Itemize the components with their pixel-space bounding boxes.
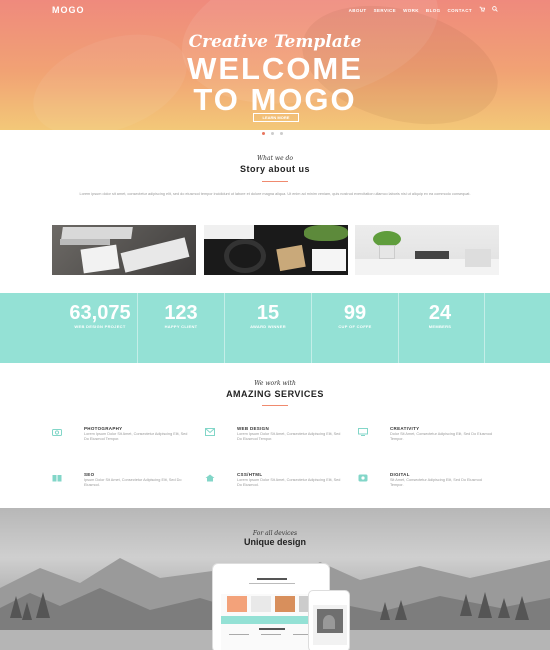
cart-icon[interactable]	[479, 6, 486, 14]
story-photo-headphones	[204, 225, 348, 275]
service-title: SEO	[84, 472, 95, 477]
service-title: CREATIVITY	[390, 426, 420, 431]
devices-script: For all devices	[252, 530, 298, 537]
stat-label: HAPPY CLIENT	[164, 324, 198, 329]
stat-label: AWARD WINNER	[250, 324, 286, 329]
stat-divider	[311, 293, 312, 363]
service-title: PHOTOGRAPHY	[84, 426, 123, 431]
hero-banner: MOGO ABOUT SERVICE WORK BLOG CONTACT Cre…	[0, 0, 550, 130]
stat-value: 24	[428, 302, 452, 324]
slider-dots	[262, 132, 283, 135]
slider-dot[interactable]	[280, 132, 283, 135]
stat-coffee: 99 CUP OF COFFE	[313, 293, 397, 363]
section-divider	[262, 181, 288, 182]
services-script: We work with	[254, 380, 296, 387]
story-title: Story about us	[239, 164, 310, 174]
mail-icon	[205, 428, 215, 436]
services-title: AMAZING SERVICES	[226, 389, 324, 399]
stat-value: 15	[256, 302, 280, 324]
stat-members: 24 MEMBERS	[400, 293, 480, 363]
devices-section: For all devices Unique design	[0, 508, 550, 650]
stat-value: 123	[164, 302, 198, 324]
nav-item-service[interactable]: SERVICE	[374, 8, 396, 13]
stat-divider	[137, 293, 138, 363]
stat-label: WEB DESIGN PROJECT	[74, 324, 126, 329]
service-desc: Lorem Ipsum Dolor Sit Amet, Consectetur …	[84, 432, 188, 441]
nav-item-about[interactable]: ABOUT	[349, 8, 367, 13]
service-desc: Ipsum Dolor Sit Amet, Consectetur Adipis…	[84, 478, 182, 487]
stat-value: 63,075	[69, 302, 131, 324]
hero-subtitle: Creative Template	[188, 32, 362, 52]
story-script: What we do	[257, 155, 293, 162]
service-desc: Sit Amet, Consectetur Adipiscing Elit, S…	[390, 478, 482, 487]
story-photo-desk	[52, 225, 196, 275]
slider-dot[interactable]	[271, 132, 274, 135]
stat-value: 99	[343, 302, 367, 324]
stat-clients: 123 HAPPY CLIENT	[140, 293, 222, 363]
service-desc: Dolor Sit Amet, Consectetur Adipiscing E…	[390, 432, 492, 441]
phone-mockup	[308, 590, 350, 650]
home-icon	[205, 474, 215, 482]
devices-title: Unique design	[243, 537, 306, 547]
section-divider	[262, 405, 288, 406]
nav-item-contact[interactable]: CONTACT	[448, 8, 472, 13]
story-text: Lorem ipsum dolor sit amet, consectetur …	[79, 192, 471, 196]
story-photo-plant	[355, 225, 499, 275]
stat-projects: 63,075 WEB DESIGN PROJECT	[50, 293, 150, 363]
camera-icon	[52, 428, 62, 436]
book-icon	[52, 474, 62, 482]
search-icon[interactable]	[492, 6, 498, 14]
stat-divider	[484, 293, 485, 363]
main-nav: ABOUT SERVICE WORK BLOG CONTACT	[349, 6, 498, 14]
site-logo[interactable]: MOGO	[52, 5, 85, 15]
learn-more-button[interactable]: LEARN MORE	[253, 113, 299, 122]
service-title: CSS/HTML	[237, 472, 263, 477]
service-title: WEB DESIGN	[237, 426, 270, 431]
image-icon	[358, 474, 368, 482]
monitor-icon	[358, 428, 368, 436]
stat-label: CUP OF COFFE	[338, 324, 372, 329]
service-title: DIGITAL	[390, 472, 410, 477]
slider-dot[interactable]	[262, 132, 265, 135]
service-desc: Lorem Ipsum Dolor Sit Amet, Consectetur …	[237, 432, 341, 441]
stat-divider	[224, 293, 225, 363]
stat-awards: 15 AWARD WINNER	[226, 293, 310, 363]
phone-screen	[313, 599, 347, 645]
nav-item-work[interactable]: WORK	[403, 8, 419, 13]
nav-item-blog[interactable]: BLOG	[426, 8, 441, 13]
stat-label: MEMBERS	[428, 324, 452, 329]
stats-band: 63,075 WEB DESIGN PROJECT 123 HAPPY CLIE…	[0, 293, 550, 363]
service-desc: Lorem Ipsum Dolor Sit Amet, Consectetur …	[237, 478, 341, 487]
stat-divider	[398, 293, 399, 363]
